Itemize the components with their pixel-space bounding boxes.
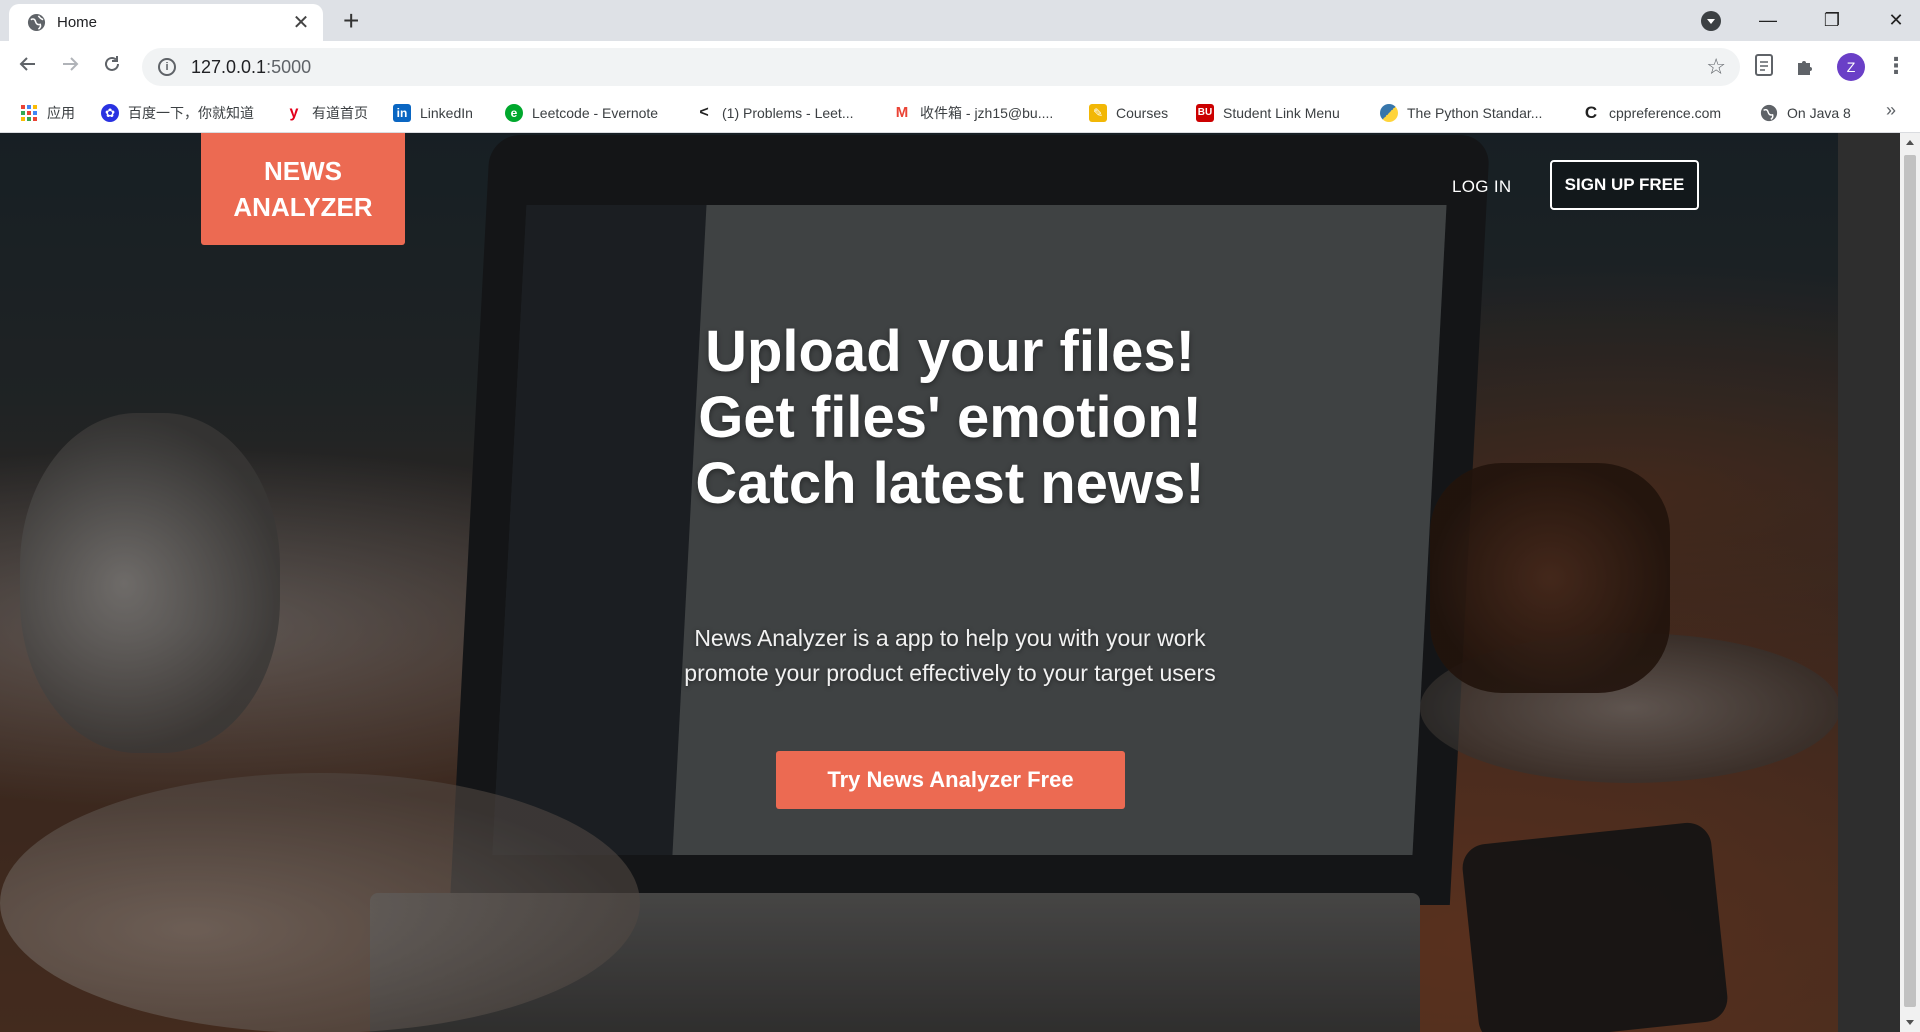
bookmark-courses[interactable]: ✎ Courses xyxy=(1089,102,1168,124)
bookmark-evernote[interactable]: e Leetcode - Evernote xyxy=(505,102,658,124)
cppreference-icon: C xyxy=(1584,103,1598,122)
page-scrollbar[interactable] xyxy=(1900,133,1920,1032)
browser-tab-strip: Home ✕ + — ❐ ✕ xyxy=(0,0,1920,41)
bookmark-label: (1) Problems - Leet... xyxy=(722,105,854,121)
headline-line-1: Upload your files! xyxy=(705,319,1195,384)
bookmark-student-link[interactable]: BU Student Link Menu xyxy=(1196,102,1340,124)
bookmarks-overflow-icon[interactable]: » xyxy=(1886,100,1896,121)
reload-icon xyxy=(105,56,119,71)
subtitle-line-1: News Analyzer is a app to help you with … xyxy=(694,625,1206,651)
bu-icon: BU xyxy=(1196,104,1214,122)
browser-toolbar: i 127.0.0.1:5000 ☆ xyxy=(0,41,1920,93)
evernote-icon: e xyxy=(505,104,523,122)
python-icon xyxy=(1380,104,1398,122)
reload-button[interactable] xyxy=(98,53,126,81)
bookmark-linkedin[interactable]: in LinkedIn xyxy=(393,102,473,124)
tab-home[interactable]: Home ✕ xyxy=(9,4,323,41)
bookmark-label: 收件箱 - jzh15@bu.... xyxy=(920,105,1054,121)
tab-close-icon[interactable]: ✕ xyxy=(291,13,311,33)
url-port: :5000 xyxy=(266,56,312,77)
bookmark-baidu[interactable]: ✿ 百度一下，你就知道 xyxy=(101,102,254,124)
minimize-button[interactable]: — xyxy=(1736,10,1800,31)
linkedin-icon: in xyxy=(393,104,411,122)
bookmark-cppreference[interactable]: C cppreference.com xyxy=(1582,102,1721,124)
gmail-icon: M xyxy=(895,104,909,121)
address-bar[interactable]: i 127.0.0.1:5000 ☆ xyxy=(142,48,1740,86)
arrow-right-icon xyxy=(63,57,79,71)
page-viewport: NEWS ANALYZER LOG IN SIGN UP FREE Upload… xyxy=(0,133,1900,1032)
url-text[interactable]: 127.0.0.1:5000 xyxy=(191,57,311,78)
bookmark-star-icon[interactable]: ☆ xyxy=(1706,54,1726,80)
maximize-button[interactable]: ❐ xyxy=(1800,10,1864,31)
close-window-button[interactable]: ✕ xyxy=(1864,10,1920,31)
courses-icon: ✎ xyxy=(1089,104,1107,122)
youdao-icon: y xyxy=(289,104,299,121)
leetcode-icon: < xyxy=(699,104,709,121)
bookmark-label: 百度一下，你就知道 xyxy=(128,105,254,121)
headline-line-2: Get files' emotion! xyxy=(698,385,1202,450)
bookmarks-bar: 应用 ✿ 百度一下，你就知道 y 有道首页 in LinkedIn e Leet… xyxy=(0,93,1920,133)
scroll-up-icon[interactable] xyxy=(1906,140,1914,145)
tab-title: Home xyxy=(57,14,98,31)
reading-list-icon[interactable] xyxy=(1755,54,1773,76)
url-host: 127.0.0.1 xyxy=(191,56,267,77)
bookmark-label: LinkedIn xyxy=(420,105,473,121)
subtitle-line-2: promote your product effectively to your… xyxy=(684,660,1216,686)
logo-line-1: NEWS xyxy=(264,156,342,186)
logo-line-2: ANALYZER xyxy=(233,192,373,222)
bookmark-label: On Java 8 xyxy=(1787,105,1851,121)
new-tab-button[interactable]: + xyxy=(343,7,359,35)
bookmark-gmail[interactable]: M 收件箱 - jzh15@bu.... xyxy=(893,102,1054,124)
bookmark-python[interactable]: The Python Standar... xyxy=(1380,102,1542,124)
baidu-paw-icon: ✿ xyxy=(101,104,119,122)
forward-button[interactable] xyxy=(56,53,84,81)
bookmark-label: Student Link Menu xyxy=(1223,105,1340,121)
bookmark-label: 有道首页 xyxy=(312,105,368,121)
bookmark-youdao[interactable]: y 有道首页 xyxy=(285,102,368,124)
menu-kebab-icon[interactable]: ⋮ xyxy=(1885,52,1907,80)
globe-icon xyxy=(1760,104,1778,122)
bookmark-leetcode[interactable]: < (1) Problems - Leet... xyxy=(695,102,854,124)
site-info-icon[interactable]: i xyxy=(158,58,176,76)
site-logo[interactable]: NEWS ANALYZER xyxy=(201,133,405,245)
apps-grid-icon xyxy=(21,105,37,121)
scrollbar-thumb[interactable] xyxy=(1904,155,1916,1007)
bookmark-label: cppreference.com xyxy=(1609,105,1722,121)
bookmark-label: Leetcode - Evernote xyxy=(532,105,659,121)
bookmark-on-java-8[interactable]: On Java 8 xyxy=(1760,102,1851,124)
login-link[interactable]: LOG IN xyxy=(1452,177,1511,197)
bookmark-label: 应用 xyxy=(47,105,75,121)
extensions-puzzle-icon[interactable] xyxy=(1795,55,1817,77)
bookmark-apps[interactable]: 应用 xyxy=(20,102,75,124)
bookmark-label: The Python Standar... xyxy=(1407,105,1543,121)
hero-background xyxy=(0,133,1838,1032)
back-button[interactable] xyxy=(14,53,42,81)
window-controls: — ❐ ✕ xyxy=(1736,0,1920,41)
signup-button[interactable]: SIGN UP FREE xyxy=(1550,160,1699,210)
tab-search-icon[interactable] xyxy=(1701,11,1721,31)
try-free-button[interactable]: Try News Analyzer Free xyxy=(776,751,1125,809)
profile-avatar[interactable]: Z xyxy=(1837,53,1865,81)
arrow-left-icon xyxy=(19,57,35,71)
scroll-down-icon[interactable] xyxy=(1906,1020,1914,1025)
bookmark-label: Courses xyxy=(1116,105,1169,121)
globe-icon xyxy=(27,13,46,32)
headline-line-3: Catch latest news! xyxy=(695,451,1205,516)
